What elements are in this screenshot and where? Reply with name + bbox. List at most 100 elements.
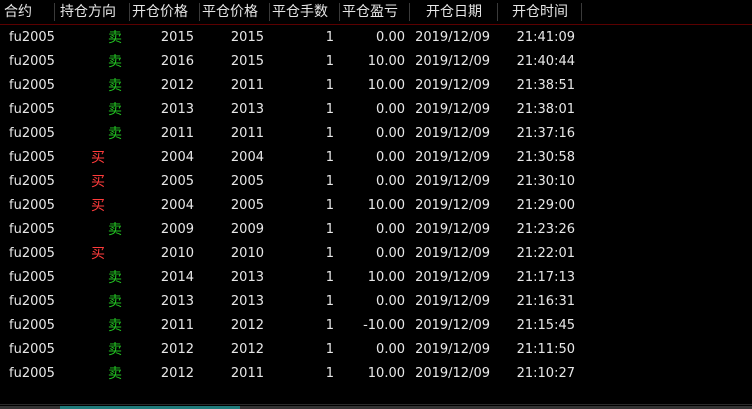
table-row[interactable]: fu2005 卖 2012 2012 1 0.00 2019/12/09 21:11:50 — [0, 338, 752, 362]
cell-open-date: 2019/12/09 — [415, 174, 490, 189]
table-row[interactable]: fu2005 卖 2016 2015 1 10.00 2019/12/09 21:40:44 — [0, 50, 752, 74]
table-row[interactable]: fu2005 买 2004 2004 1 0.00 2019/12/09 21:30:58 — [0, 146, 752, 170]
table-row[interactable]: fu2005 卖 2011 2011 1 0.00 2019/12/09 21:37:16 — [0, 122, 752, 146]
cell-close-lots: 1 — [325, 342, 334, 357]
cell-open-price: 2015 — [160, 30, 194, 45]
cell-close-lots: 1 — [325, 126, 334, 141]
table-row[interactable]: fu2005 卖 2013 2013 1 0.00 2019/12/09 21:16:31 — [0, 290, 752, 314]
cell-close-lots: 1 — [325, 54, 334, 69]
cell-contract: fu2005 — [9, 246, 55, 261]
header-contract[interactable]: 合约 — [4, 0, 52, 24]
cell-open-price: 2012 — [160, 342, 194, 357]
column-divider[interactable] — [409, 3, 410, 21]
cell-close-price: 2005 — [230, 198, 264, 213]
cell-open-time: 21:16:31 — [516, 294, 575, 309]
cell-close-pnl: 10.00 — [367, 198, 405, 213]
cell-close-price: 2004 — [230, 150, 264, 165]
cell-contract: fu2005 — [9, 294, 55, 309]
table-row[interactable]: fu2005 卖 2012 2011 1 10.00 2019/12/09 21:10:27 — [0, 362, 752, 386]
cell-open-price: 2010 — [160, 246, 194, 261]
cell-close-pnl: 0.00 — [376, 126, 405, 141]
cell-contract: fu2005 — [9, 318, 55, 333]
cell-contract: fu2005 — [9, 366, 55, 381]
cell-close-lots: 1 — [325, 30, 334, 45]
cell-open-date: 2019/12/09 — [415, 78, 490, 93]
cell-contract: fu2005 — [9, 174, 55, 189]
cell-close-lots: 1 — [325, 174, 334, 189]
column-divider[interactable] — [199, 3, 200, 21]
cell-open-price: 2014 — [160, 270, 194, 285]
header-direction[interactable]: 持仓方向 — [60, 0, 128, 24]
cell-close-lots: 1 — [325, 102, 334, 117]
cell-direction: 卖 — [108, 102, 122, 118]
header-close-lots[interactable]: 平仓手数 — [272, 0, 338, 24]
cell-open-date: 2019/12/09 — [415, 102, 490, 117]
column-divider[interactable] — [54, 3, 55, 21]
cell-contract: fu2005 — [9, 198, 55, 213]
header-open-price[interactable]: 开仓价格 — [132, 0, 198, 24]
table-row[interactable]: fu2005 卖 2014 2013 1 10.00 2019/12/09 21:17:13 — [0, 266, 752, 290]
column-divider[interactable] — [497, 3, 498, 21]
cell-close-price: 2013 — [230, 102, 264, 117]
header-close-pnl[interactable]: 平仓盈亏 — [342, 0, 408, 24]
cell-open-time: 21:17:13 — [516, 270, 575, 285]
cell-close-lots: 1 — [325, 270, 334, 285]
cell-close-lots: 1 — [325, 222, 334, 237]
cell-close-lots: 1 — [325, 366, 334, 381]
cell-open-time: 21:22:01 — [516, 246, 575, 261]
cell-close-lots: 1 — [325, 294, 334, 309]
cell-open-time: 21:38:01 — [516, 102, 575, 117]
cell-close-pnl: 0.00 — [376, 30, 405, 45]
table-row[interactable]: fu2005 卖 2011 2012 1 -10.00 2019/12/09 21:15:45 — [0, 314, 752, 338]
cell-open-date: 2019/12/09 — [415, 246, 490, 261]
cell-open-date: 2019/12/09 — [415, 294, 490, 309]
column-divider[interactable] — [339, 3, 340, 21]
header-close-price[interactable]: 平仓价格 — [202, 0, 268, 24]
cell-open-date: 2019/12/09 — [415, 150, 490, 165]
column-divider[interactable] — [581, 3, 582, 21]
cell-contract: fu2005 — [9, 342, 55, 357]
table-row[interactable]: fu2005 买 2010 2010 1 0.00 2019/12/09 21:22:01 — [0, 242, 752, 266]
cell-open-time: 21:23:26 — [516, 222, 575, 237]
cell-open-date: 2019/12/09 — [415, 342, 490, 357]
cell-direction: 买 — [91, 198, 105, 214]
cell-close-lots: 1 — [325, 150, 334, 165]
cell-open-date: 2019/12/09 — [415, 198, 490, 213]
cell-close-price: 2010 — [230, 246, 264, 261]
table-row[interactable]: fu2005 卖 2012 2011 1 10.00 2019/12/09 21:38:51 — [0, 74, 752, 98]
cell-contract: fu2005 — [9, 150, 55, 165]
column-divider[interactable] — [269, 3, 270, 21]
cell-direction: 卖 — [108, 30, 122, 46]
cell-close-pnl: 10.00 — [367, 54, 405, 69]
cell-open-price: 2004 — [160, 150, 194, 165]
cell-open-date: 2019/12/09 — [415, 366, 490, 381]
cell-direction: 卖 — [108, 54, 122, 70]
cell-open-price: 2011 — [160, 318, 194, 333]
cell-close-price: 2011 — [230, 126, 264, 141]
cell-close-price: 2015 — [230, 54, 264, 69]
cell-open-time: 21:41:09 — [516, 30, 575, 45]
table-row[interactable]: fu2005 买 2004 2005 1 10.00 2019/12/09 21:29:00 — [0, 194, 752, 218]
table-row[interactable]: fu2005 卖 2013 2013 1 0.00 2019/12/09 21:38:01 — [0, 98, 752, 122]
cell-close-pnl: 10.00 — [367, 366, 405, 381]
cell-close-pnl: 10.00 — [367, 270, 405, 285]
cell-open-price: 2012 — [160, 366, 194, 381]
column-divider[interactable] — [129, 3, 130, 21]
cell-open-price: 2005 — [160, 174, 194, 189]
cell-close-price: 2013 — [230, 270, 264, 285]
table-row[interactable]: fu2005 买 2005 2005 1 0.00 2019/12/09 21:30:10 — [0, 170, 752, 194]
cell-contract: fu2005 — [9, 222, 55, 237]
cell-direction: 卖 — [108, 294, 122, 310]
cell-close-pnl: 0.00 — [376, 246, 405, 261]
header-open-date[interactable]: 开仓日期 — [426, 0, 496, 24]
cell-open-price: 2011 — [160, 126, 194, 141]
cell-close-price: 2012 — [230, 342, 264, 357]
divider — [0, 404, 752, 405]
header-open-time[interactable]: 开仓时间 — [512, 0, 580, 24]
cell-open-price: 2004 — [160, 198, 194, 213]
cell-direction: 买 — [91, 150, 105, 166]
cell-open-time: 21:37:16 — [516, 126, 575, 141]
table-row[interactable]: fu2005 卖 2015 2015 1 0.00 2019/12/09 21:41:09 — [0, 26, 752, 50]
cell-open-price: 2012 — [160, 78, 194, 93]
table-row[interactable]: fu2005 卖 2009 2009 1 0.00 2019/12/09 21:23:26 — [0, 218, 752, 242]
